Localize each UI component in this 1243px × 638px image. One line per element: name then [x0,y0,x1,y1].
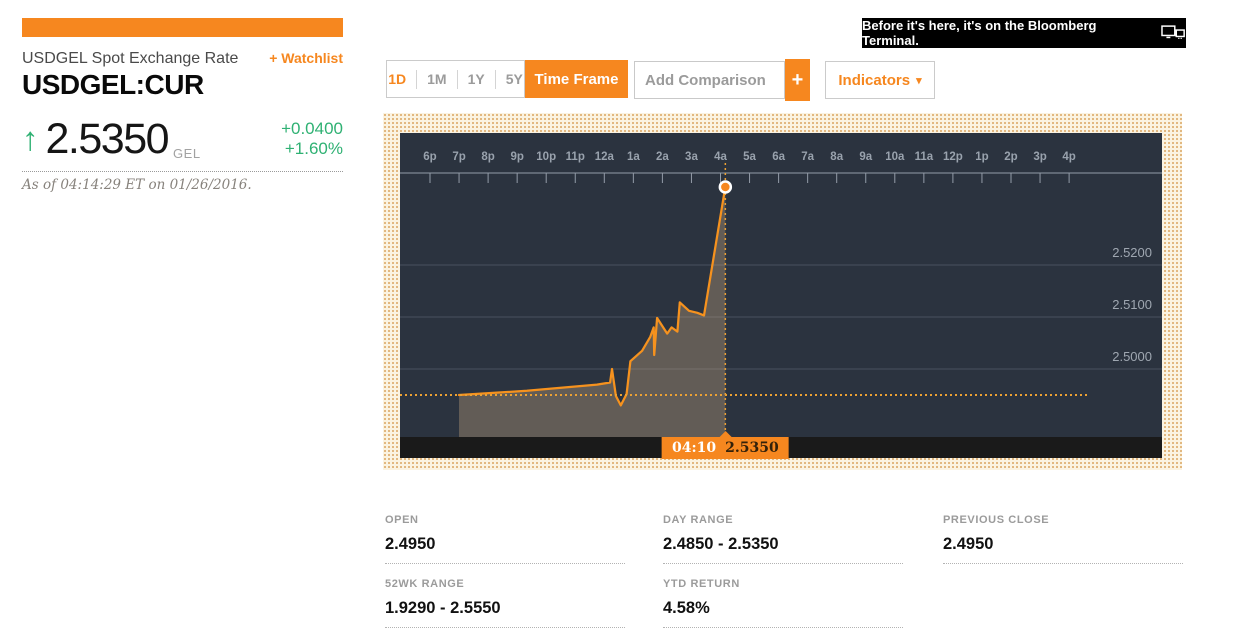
svg-text:8a: 8a [830,151,843,163]
stat-label: OPEN [385,514,625,526]
svg-text:4p: 4p [1062,151,1075,163]
as-of-timestamp: As of 04:14:29 ET on 01/26/2016. [22,177,343,193]
change-percent: +1.60% [285,139,343,158]
instrument-row: USDGEL Spot Exchange Rate + Watchlist [22,50,343,68]
stat-52wk-range: 52WK RANGE 1.9290 - 2.5550 [385,578,625,628]
svg-text:11a: 11a [915,151,934,163]
stat-label: YTD RETURN [663,578,903,590]
indicators-label: Indicators [838,72,910,89]
change-absolute: +0.0400 [281,119,343,138]
stat-label: PREVIOUS CLOSE [943,514,1183,526]
stat-value: 2.4950 [943,535,1183,564]
svg-text:7a: 7a [801,151,814,163]
svg-text:4a: 4a [714,151,727,163]
svg-text:8p: 8p [481,151,494,163]
stat-previous-close: PREVIOUS CLOSE 2.4950 [943,514,1183,564]
terminal-banner[interactable]: Before it's here, it's on the Bloomberg … [862,18,1186,48]
stat-ytd-return: YTD RETURN 4.58% [663,578,903,628]
svg-text:10a: 10a [885,151,905,163]
svg-text:11p: 11p [566,151,585,163]
stat-value: 2.4850 - 2.5350 [663,535,903,564]
range-1m[interactable]: 1M [416,70,456,89]
svg-text:9a: 9a [859,151,872,163]
dotted-divider [22,171,343,172]
stat-value: 2.4950 [385,535,625,564]
range-selector: 1D 1M 1Y 5Y [386,60,525,98]
svg-text:2.5000: 2.5000 [1112,349,1152,364]
time-frame-button[interactable]: Time Frame [525,60,628,98]
range-1d[interactable]: 1D [378,70,416,89]
price-chart[interactable]: 2.5200 2.5100 2.5000 6p 7p 8p 9p 10p 11p 12a 1a 2a 3… [400,133,1162,458]
chart-svg: 2.5200 2.5100 2.5000 6p 7p 8p 9p 10p 11p 12a 1a 2a 3… [400,133,1162,458]
brand-accent-bar [22,18,343,37]
range-1y[interactable]: 1Y [457,70,495,89]
svg-text:2a: 2a [656,151,669,163]
tooltip-value: 2.5350 [725,440,779,456]
svg-text:3p: 3p [1033,151,1046,163]
ticker-symbol: USDGEL:CUR [22,69,204,101]
svg-text:3a: 3a [685,151,698,163]
terminal-banner-text: Before it's here, it's on the Bloomberg … [862,18,1152,48]
stat-label: DAY RANGE [663,514,903,526]
caret-down-icon: ▾ [916,74,922,87]
svg-text:1p: 1p [975,151,988,163]
svg-text:2.5200: 2.5200 [1112,245,1152,260]
svg-text:2.5100: 2.5100 [1112,297,1152,312]
terminal-monitors-icon [1161,25,1186,41]
svg-text:7p: 7p [452,151,465,163]
plus-icon: + [792,69,804,92]
svg-text:9p: 9p [510,151,523,163]
stat-value: 1.9290 - 2.5550 [385,599,625,628]
svg-text:12p: 12p [943,151,963,163]
add-comparison-input[interactable] [634,61,785,99]
svg-text:10p: 10p [536,151,556,163]
price-block: ↑ 2.5350 GEL +0.0400 +1.60% [22,114,343,168]
add-to-watchlist-link[interactable]: + Watchlist [269,50,343,66]
instrument-title: USDGEL Spot Exchange Rate [22,50,238,68]
crosshair-tooltip: 04:10 2.5350 [662,437,789,459]
up-arrow-icon: ↑ [22,114,39,164]
last-price: 2.5350 [46,114,169,164]
svg-text:5a: 5a [743,151,756,163]
svg-text:1a: 1a [627,151,640,163]
svg-text:2p: 2p [1004,151,1017,163]
svg-text:6a: 6a [772,151,785,163]
indicators-button[interactable]: Indicators ▾ [825,61,935,99]
svg-text:6p: 6p [423,151,436,163]
stat-open: OPEN 2.4950 [385,514,625,564]
stat-label: 52WK RANGE [385,578,625,590]
stat-value: 4.58% [663,599,903,628]
price-change: +0.0400 +1.60% [281,114,343,159]
price-currency: GEL [173,146,201,161]
stat-day-range: DAY RANGE 2.4850 - 2.5350 [663,514,903,564]
svg-text:12a: 12a [595,151,615,163]
add-comparison-plus-button[interactable]: + [785,59,810,101]
tooltip-time: 04:10 [672,440,716,456]
